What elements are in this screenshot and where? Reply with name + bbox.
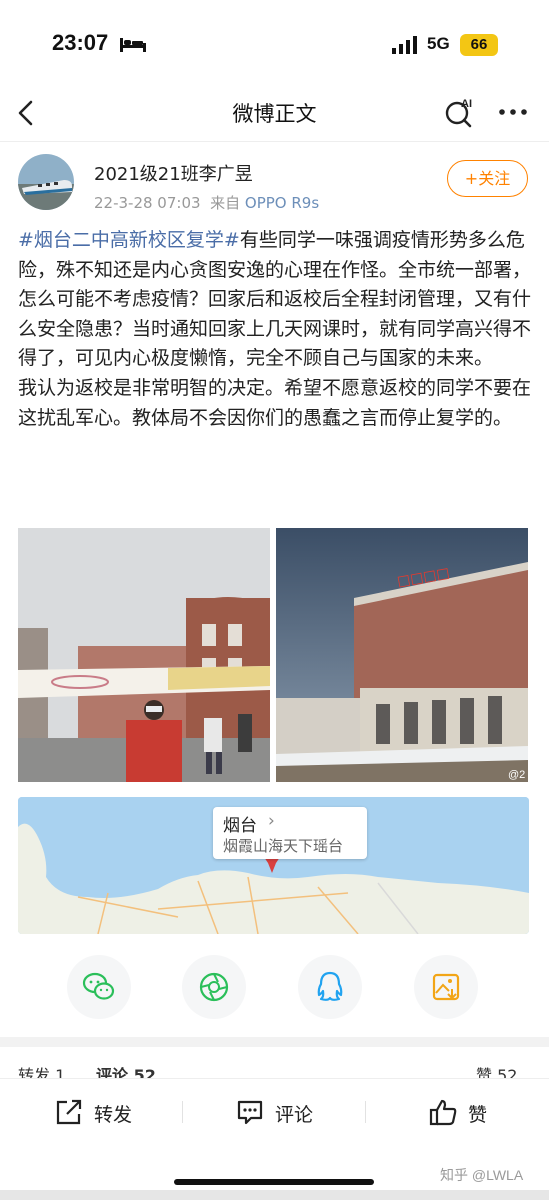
- network-label: 5G: [427, 34, 450, 53]
- bottom-action-bar: 转发 评论 赞 知乎 @LWLA: [0, 1078, 549, 1200]
- wechat-icon: [82, 972, 115, 1000]
- hashtag-link[interactable]: #烟台二中高新校区复学#: [18, 229, 240, 251]
- thumbs-up-icon: [429, 1099, 457, 1126]
- nav-bar: 微博正文 AI: [0, 92, 549, 142]
- chevron-right-icon: ›: [268, 811, 275, 831]
- signal-icon: [392, 36, 417, 54]
- post-source-prefix: 来自: [210, 194, 241, 212]
- comment-label: 评论: [275, 1104, 314, 1126]
- home-indicator[interactable]: [174, 1179, 374, 1185]
- post-timestamp: 22-3-28 07:03: [94, 194, 201, 212]
- section-separator: [0, 1037, 549, 1047]
- repost-count[interactable]: 转发 1: [18, 1062, 65, 1078]
- repost-icon: [56, 1099, 82, 1125]
- post-header: 2021级21班李广昱 22-3-28 07:03 来自 OPPO R9s +关…: [0, 142, 549, 222]
- like-count[interactable]: 赞 52: [476, 1062, 517, 1078]
- street-photo-image: [18, 528, 270, 782]
- like-label: 赞: [468, 1104, 488, 1126]
- weibo-watermark: @2: [508, 769, 525, 781]
- stats-row: 转发 1 评论 52 赞 52: [0, 1056, 549, 1078]
- avatar[interactable]: [18, 154, 74, 210]
- qq-icon: [317, 971, 343, 1001]
- post-paragraph-1: #烟台二中高新校区复学#有些同学一味强调疫情形势多么危险，殊不知还是内心贪图安逸…: [18, 226, 533, 374]
- battery-indicator: 66: [460, 34, 498, 56]
- location-description: 烟霞山海天下瑶台: [223, 837, 344, 855]
- zhihu-watermark: 知乎 @LWLA: [440, 1167, 524, 1183]
- divider: [182, 1101, 183, 1123]
- repost-button[interactable]: 转发: [54, 1097, 144, 1127]
- moments-icon: [199, 972, 229, 1002]
- comment-button[interactable]: 评论: [235, 1097, 325, 1127]
- post-photo-2[interactable]: □□□□ @2: [276, 528, 528, 782]
- save-image-button[interactable]: [414, 955, 478, 1019]
- more-options-icon[interactable]: [496, 94, 530, 130]
- share-wechat-button[interactable]: [67, 955, 131, 1019]
- ai-search-icon[interactable]: AI: [442, 94, 478, 130]
- post-source-device[interactable]: OPPO R9s: [245, 194, 319, 212]
- follow-button[interactable]: +关注: [447, 160, 528, 197]
- location-city: 烟台: [223, 816, 257, 836]
- share-moments-button[interactable]: [182, 955, 246, 1019]
- status-bar: 23:07 5G 66: [0, 0, 549, 92]
- comment-count[interactable]: 评论 52: [96, 1062, 156, 1078]
- post-body: #烟台二中高新校区复学#有些同学一味强调疫情形势多么危险，殊不知还是内心贪图安逸…: [18, 226, 533, 433]
- svg-text:AI: AI: [461, 98, 472, 110]
- divider: [365, 1101, 366, 1123]
- repost-label: 转发: [94, 1104, 133, 1126]
- post-text-2: 我认为返校是非常明智的决定。希望不愿意返校的同学不要在这扰乱军心。教体局不会因你…: [18, 376, 532, 429]
- save-image-icon: [432, 973, 460, 1001]
- post-photo-1[interactable]: [18, 528, 270, 782]
- sleep-mode-icon: [120, 38, 146, 52]
- location-label[interactable]: 烟台 › 烟霞山海天下瑶台: [213, 807, 367, 859]
- username[interactable]: 2021级21班李广昱: [94, 160, 253, 186]
- post-meta: 22-3-28 07:03 来自 OPPO R9s: [94, 192, 319, 213]
- school-building-image: □□□□ @2: [276, 528, 528, 782]
- location-map-card[interactable]: 烟台 › 烟霞山海天下瑶台: [18, 797, 529, 934]
- bottom-strip: [0, 1190, 549, 1200]
- like-button[interactable]: 赞: [428, 1097, 498, 1127]
- share-qq-button[interactable]: [298, 955, 362, 1019]
- status-time: 23:07: [52, 30, 109, 55]
- comment-icon: [237, 1100, 263, 1125]
